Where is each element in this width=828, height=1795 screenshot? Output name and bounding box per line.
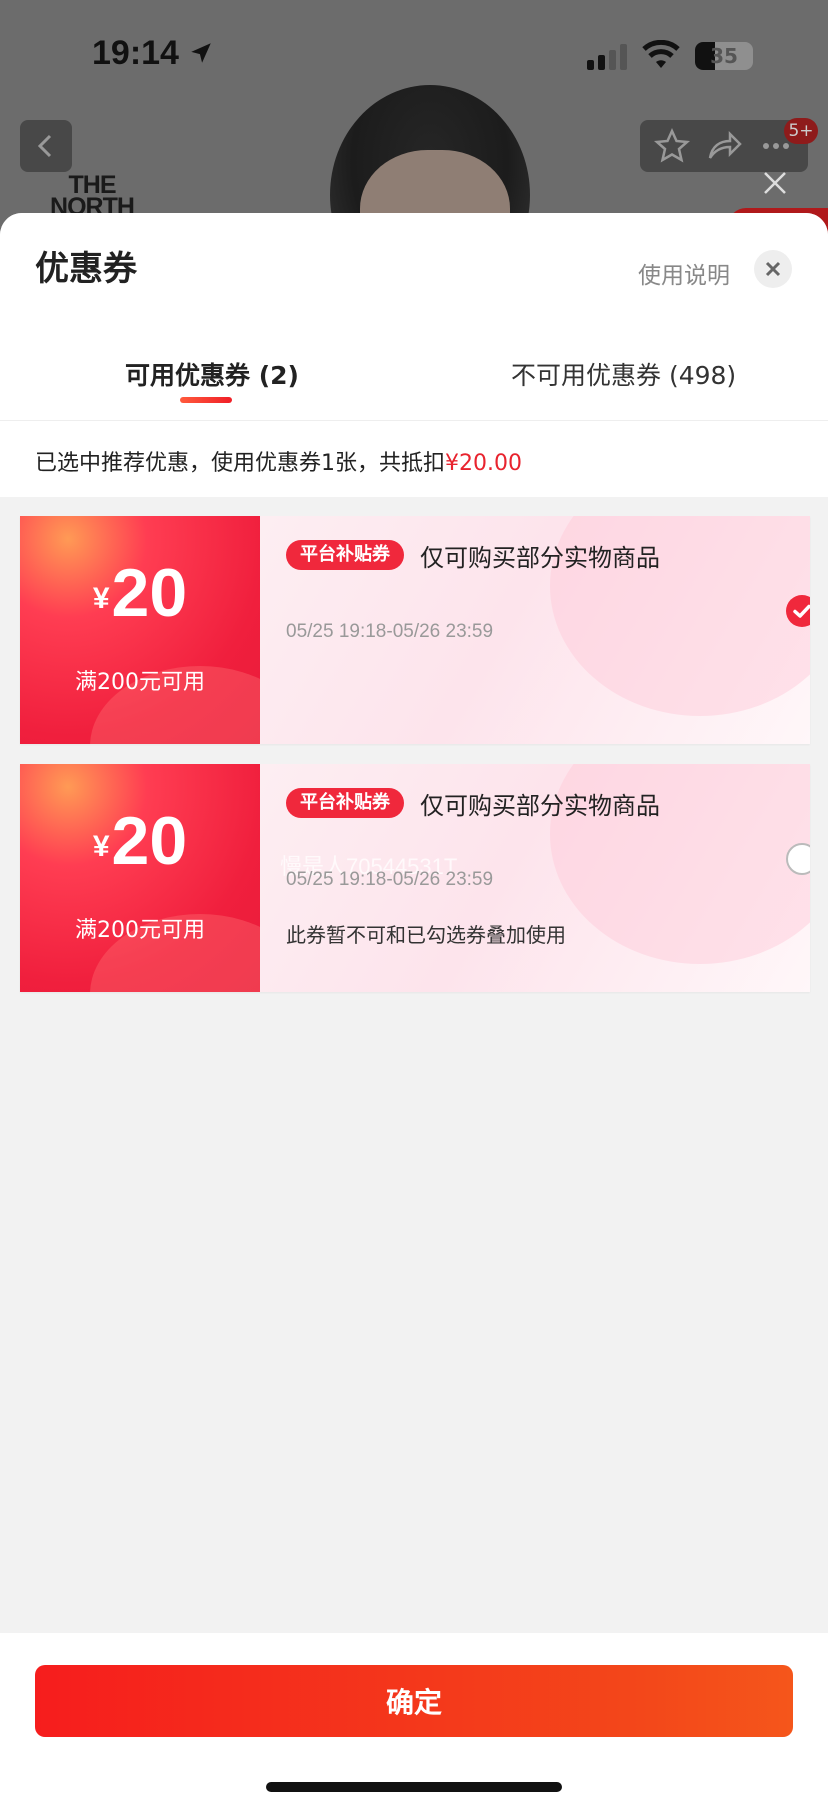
coupon-detail-panel: 平台补贴券 仅可购买部分实物商品 05/25 19:18-05/26 23:59	[260, 516, 810, 744]
summary-prefix: 已选中推荐优惠，使用优惠券1张，共抵扣	[35, 451, 445, 476]
location-arrow-icon	[191, 43, 211, 63]
brand-logo: THE NORTH	[50, 171, 135, 221]
nav-actions	[640, 120, 808, 172]
coupon-badge: 平台补贴券	[286, 540, 404, 570]
status-bar: 19:14 35	[0, 0, 828, 100]
coupon-value-panel: ¥20 满200元可用	[20, 516, 310, 744]
coupon-currency: ¥	[92, 830, 110, 863]
share-icon[interactable]	[704, 126, 744, 166]
signal-icon	[587, 44, 627, 70]
star-icon[interactable]	[652, 126, 692, 166]
coupon-description: 仅可购买部分实物商品	[420, 792, 660, 820]
sheet-title: 优惠券	[35, 249, 137, 289]
coupon-detail-panel: 平台补贴券 仅可购买部分实物商品 慢是人70544531T 05/25 19:1…	[260, 764, 810, 992]
coupon-validity: 05/25 19:18-05/26 23:59	[286, 621, 494, 642]
coupon-card[interactable]: ¥20 满200元可用 平台补贴券 仅可购买部分实物商品 慢是人70544531…	[20, 764, 810, 992]
notification-badge: 5+	[784, 118, 818, 144]
battery-indicator: 35	[695, 42, 753, 70]
close-icon	[765, 261, 781, 277]
back-button[interactable]	[20, 120, 72, 172]
tab-available-coupons[interactable]: 可用优惠券 (2)	[125, 356, 299, 392]
usage-instructions-link[interactable]: 使用说明	[638, 256, 730, 290]
active-tab-indicator	[180, 397, 232, 403]
summary-amount: ¥20.00	[445, 451, 522, 476]
coupon-amount: 20	[111, 555, 188, 631]
sheet-header: 优惠券 使用说明 可用优惠券 (2) 不可用优惠券 (498)	[0, 213, 828, 421]
coupon-condition: 满200元可用	[75, 670, 205, 695]
coupon-currency: ¥	[92, 582, 110, 615]
coupon-checkbox-selected[interactable]	[786, 595, 810, 627]
coupon-checkbox-unselected[interactable]	[786, 843, 810, 875]
status-time: 19:14	[92, 34, 179, 72]
coupon-badge: 平台补贴券	[286, 788, 404, 818]
coupon-description: 仅可购买部分实物商品	[420, 544, 660, 572]
coupon-value-panel: ¥20 满200元可用	[20, 764, 310, 992]
sheet-footer: 确定	[0, 1633, 828, 1795]
check-icon	[793, 604, 810, 618]
selection-summary: 已选中推荐优惠，使用优惠券1张，共抵扣¥20.00	[0, 421, 828, 497]
home-indicator[interactable]	[266, 1782, 562, 1792]
coupon-validity: 05/25 19:18-05/26 23:59	[286, 869, 494, 890]
close-button[interactable]	[754, 250, 792, 288]
coupon-card[interactable]: ¥20 满200元可用 平台补贴券 仅可购买部分实物商品 05/25 19:18…	[20, 516, 810, 744]
coupon-amount: 20	[111, 803, 188, 879]
close-icon	[764, 172, 786, 194]
coupon-condition: 满200元可用	[75, 918, 205, 943]
confirm-button[interactable]: 确定	[35, 1665, 793, 1737]
back-icon	[37, 134, 52, 158]
coupon-note: 此券暂不可和已勾选券叠加使用	[286, 923, 566, 947]
coupon-sheet: 优惠券 使用说明 可用优惠券 (2) 不可用优惠券 (498) 已选中推荐优惠，…	[0, 213, 828, 1795]
wifi-icon	[642, 40, 680, 68]
tab-unavailable-coupons[interactable]: 不可用优惠券 (498)	[511, 356, 736, 392]
